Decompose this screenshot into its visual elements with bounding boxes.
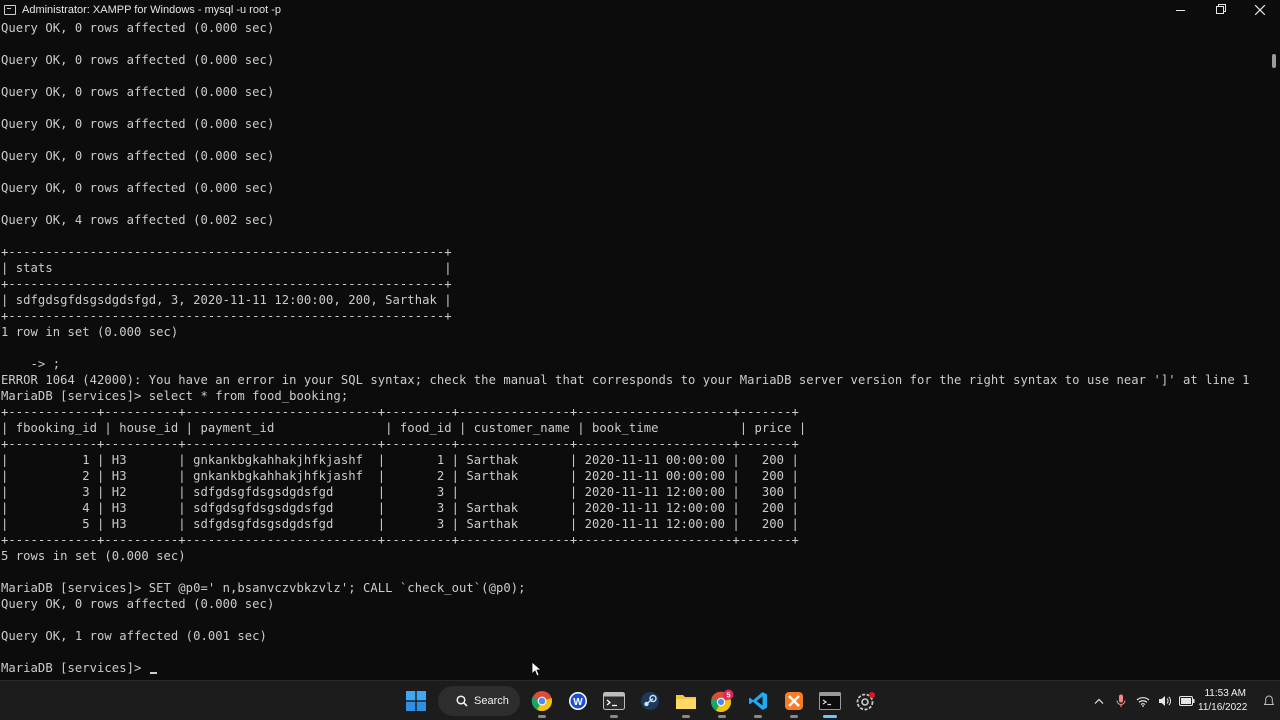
console-line: Query OK, 0 rows affected (0.000 sec) <box>1 117 275 131</box>
running-indicator <box>790 715 798 718</box>
terminal-icon <box>603 692 625 710</box>
console-line: Query OK, 4 rows affected (0.002 sec) <box>1 213 275 227</box>
taskbar-chrome[interactable] <box>524 683 560 719</box>
maximize-icon <box>1216 6 1224 14</box>
console-line: | fbooking_id | house_id | payment_id | … <box>1 421 807 435</box>
cmd-icon <box>819 692 841 710</box>
close-icon <box>1255 5 1265 15</box>
maximize-button[interactable] <box>1200 0 1240 20</box>
wifi-icon <box>1136 696 1150 707</box>
console-line: | stats | <box>1 261 452 275</box>
console-line: | 3 | H2 | sdfgdsgfdsgsdgdsfgd | 3 | | 2… <box>1 485 799 499</box>
console-line: 1 row in set (0.000 sec) <box>1 325 179 339</box>
search-icon <box>456 695 468 707</box>
tray-wifi[interactable] <box>1132 681 1154 720</box>
taskbar-clock[interactable]: 11:53 AM 11/16/2022 <box>1198 687 1258 715</box>
tray-battery[interactable] <box>1176 681 1198 720</box>
xampp-icon <box>785 692 803 710</box>
minimize-button[interactable] <box>1160 0 1200 20</box>
close-button[interactable] <box>1240 0 1280 20</box>
microphone-icon <box>1116 694 1126 707</box>
console-line: | 5 | H3 | sdfgdsgfdsgsdgdsfgd | 3 | Sar… <box>1 517 799 531</box>
notification-center-button[interactable] <box>1258 681 1280 720</box>
tray-microphone[interactable] <box>1110 681 1132 720</box>
running-indicator <box>538 715 546 718</box>
active-indicator <box>823 715 837 718</box>
console-line: ERROR 1064 (42000): You have an error in… <box>1 373 1250 387</box>
scrollbar-thumb[interactable] <box>1272 54 1276 68</box>
minimize-icon <box>1175 9 1185 11</box>
console-line: Query OK, 0 rows affected (0.000 sec) <box>1 21 275 35</box>
console-line: | 1 | H3 | gnkankbgkahhakjhfkjashf | 1 |… <box>1 453 799 467</box>
volume-icon <box>1159 696 1171 706</box>
console-line: Query OK, 1 row affected (0.001 sec) <box>1 629 267 643</box>
console-line: | 2 | H3 | gnkankbgkahhakjhfkjashf | 2 |… <box>1 469 799 483</box>
console-line: Query OK, 0 rows affected (0.000 sec) <box>1 181 275 195</box>
console-line: +------------+----------+---------------… <box>1 405 799 419</box>
search-label: Search <box>474 695 509 707</box>
steam-icon <box>641 692 659 710</box>
taskbar-xampp[interactable] <box>776 683 812 719</box>
text-cursor <box>149 672 157 674</box>
chevron-up-icon <box>1094 698 1104 704</box>
battery-charging-icon <box>1179 696 1195 706</box>
console-line: +---------------------------------------… <box>1 309 452 323</box>
console-line: | sdfgdsgfdsgsdgdsfgd, 3, 2020-11-11 12:… <box>1 293 452 307</box>
windows-start-icon <box>406 691 426 711</box>
taskbar-search-button[interactable]: Search <box>438 686 520 716</box>
chrome-profile-icon: 5 <box>711 689 734 713</box>
taskbar-cmd[interactable] <box>812 683 848 719</box>
chrome-icon <box>531 691 552 712</box>
taskbar-steam[interactable] <box>632 683 668 719</box>
notification-bell-icon <box>1264 695 1274 705</box>
taskbar-apps: Search W 5 <box>398 681 884 720</box>
mouse-pointer-icon <box>531 661 541 677</box>
console-line: +---------------------------------------… <box>1 245 452 259</box>
running-indicator <box>718 715 726 718</box>
console-line: MariaDB [services]> <box>1 660 157 676</box>
taskbar: Search W 5 11:53 AM 11/16/2022 <box>0 680 1280 720</box>
window-titlebar[interactable]: Administrator: XAMPP for Windows - mysql… <box>0 0 1280 20</box>
console-line: Query OK, 0 rows affected (0.000 sec) <box>1 85 275 99</box>
system-tray: 11:53 AM 11/16/2022 <box>1088 681 1280 720</box>
vertical-scrollbar[interactable] <box>1268 20 1280 680</box>
taskbar-vscode[interactable] <box>740 683 776 719</box>
vscode-icon <box>749 692 767 710</box>
clock-date: 11/16/2022 <box>1198 702 1248 713</box>
notification-badge: 5 <box>726 690 730 699</box>
console-line: MariaDB [services]> SET @p0=' n,bsanvczv… <box>1 581 526 595</box>
console-line: MariaDB [services]> select * from food_b… <box>1 389 349 403</box>
console-line: +------------+----------+---------------… <box>1 437 799 451</box>
running-indicator <box>682 715 690 718</box>
console-line: -> ; <box>1 357 61 371</box>
running-indicator <box>610 715 618 718</box>
tray-volume[interactable] <box>1154 681 1176 720</box>
taskbar-settings[interactable] <box>848 683 884 719</box>
console-line: 5 rows in set (0.000 sec) <box>1 549 186 563</box>
tray-overflow-button[interactable] <box>1088 681 1110 720</box>
window-title: Administrator: XAMPP for Windows - mysql… <box>22 4 281 16</box>
taskbar-file-explorer[interactable] <box>668 683 704 719</box>
taskbar-terminal[interactable] <box>596 683 632 719</box>
start-button[interactable] <box>398 683 434 719</box>
console-line: | 4 | H3 | sdfgdsgfdsgsdgdsfgd | 3 | Sar… <box>1 501 799 515</box>
console-line: +---------------------------------------… <box>1 277 452 291</box>
console-line: Query OK, 0 rows affected (0.000 sec) <box>1 53 275 67</box>
console-line: +------------+----------+---------------… <box>1 533 799 547</box>
file-explorer-icon <box>676 695 696 709</box>
taskbar-word[interactable]: W <box>560 683 596 719</box>
taskbar-chrome-profile[interactable]: 5 <box>704 683 740 719</box>
console-icon <box>4 5 16 15</box>
running-indicator <box>754 715 762 718</box>
clock-time: 11:53 AM <box>1204 688 1246 699</box>
console-line: Query OK, 0 rows affected (0.000 sec) <box>1 149 275 163</box>
console-output[interactable]: Query OK, 0 rows affected (0.000 sec) Que… <box>0 20 1268 680</box>
console-line: Query OK, 0 rows affected (0.000 sec) <box>1 597 275 611</box>
settings-icon <box>856 692 875 711</box>
svg-text:W: W <box>573 697 583 708</box>
word-icon: W <box>569 692 587 710</box>
